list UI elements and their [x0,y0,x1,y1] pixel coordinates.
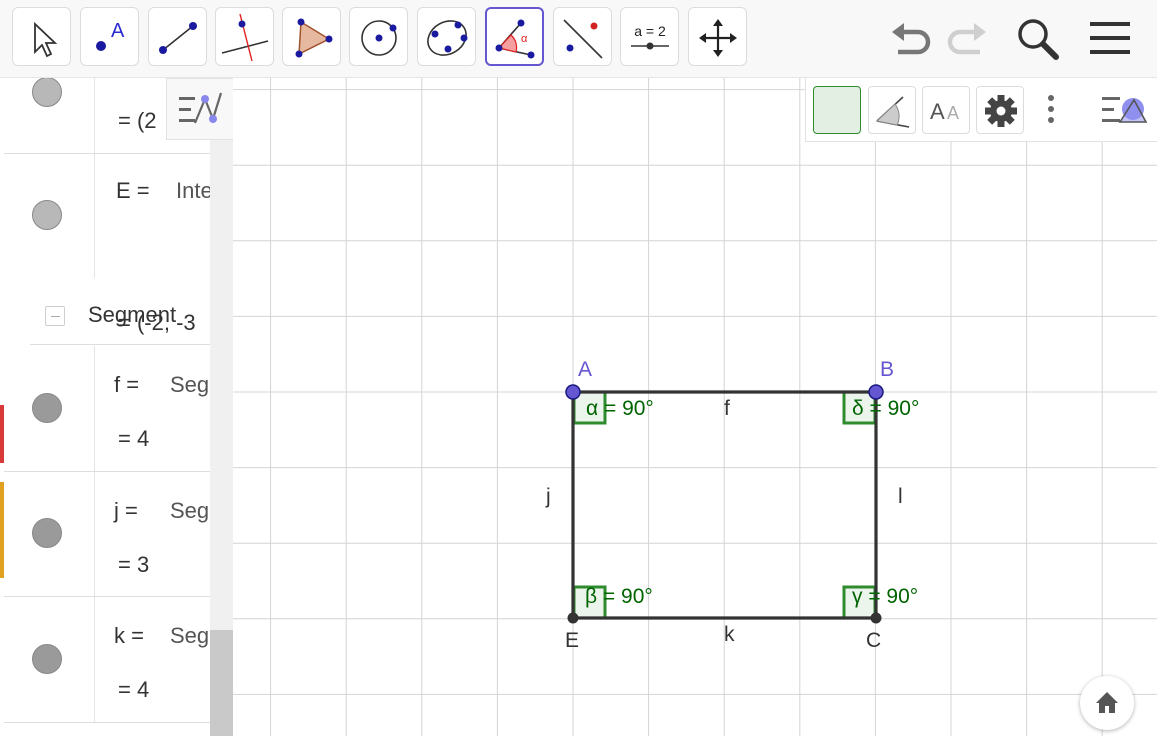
angle-label-alpha: α = 90° [586,397,654,420]
construction-layer [565,384,884,624]
segment-label-j: j [546,485,551,508]
svg-text:A: A [947,103,959,123]
circle-tool-button[interactable] [349,7,408,66]
point-icon: A [96,20,125,51]
slider-icon: a = 2 [631,23,669,50]
segment-label-f: f [724,397,730,420]
undo-icon[interactable] [888,14,936,62]
point-A[interactable] [565,384,581,400]
move-tool-button[interactable] [12,7,71,66]
algebra-scrollbar-thumb[interactable] [210,630,233,736]
graphics-view[interactable]: A B C E f j l k α = 90° δ = 90° β = 90° … [233,78,1157,736]
color-button[interactable] [813,86,861,134]
algebra-value: = 3 [118,552,150,577]
point-E[interactable] [567,612,579,624]
algebra-command: Seg [170,623,210,648]
polygon-tool-button[interactable] [282,7,341,66]
search-icon[interactable] [1014,14,1062,62]
angle-label-gamma: γ = 90° [852,585,919,608]
svg-text:A: A [930,99,945,124]
slider-tool-button[interactable]: a = 2 [620,7,679,66]
visibility-toggle[interactable] [32,200,62,230]
graphics-style-bar: A A [805,78,1157,142]
left-edge-marker [0,405,4,463]
point-tool-button[interactable]: A [80,7,139,66]
point-label-C: C [866,629,882,652]
home-view-button[interactable] [1080,676,1134,730]
point-label-A: A [578,358,593,381]
algebra-row[interactable]: j = Segr = 3 [4,472,210,597]
segment-icon [159,22,197,54]
category-label: Segment [88,302,177,327]
segment-label-l: l [898,485,903,508]
main-menu-icon[interactable] [1086,14,1134,62]
angle-label-beta: β = 90° [585,585,653,608]
svg-text:α: α [521,33,528,45]
angle-label-delta: δ = 90° [852,397,920,420]
arrow-cursor-icon [34,21,58,58]
algebra-value: = 4 [118,677,150,702]
algebra-command: Segr [170,372,210,397]
algebra-definition: f = [114,372,140,397]
collapse-category-icon[interactable] [45,306,65,326]
left-edge-marker [0,482,4,578]
algebra-view-toggle-button[interactable] [166,78,233,140]
algebra-definition: E = [116,178,150,203]
angle-style-button[interactable] [868,86,916,134]
visibility-toggle[interactable] [32,644,62,674]
algebra-command: Inte [176,178,210,203]
point-C[interactable] [870,612,882,624]
conic-icon [427,20,468,56]
more-options-icon[interactable] [1036,92,1066,128]
algebra-value: = 4 [118,426,150,451]
svg-text:A: A [111,20,125,42]
algebra-command: Segr [170,498,210,523]
visibility-toggle[interactable] [32,393,62,423]
algebra-row[interactable]: k = Seg = 4 [4,597,210,723]
settings-button[interactable] [976,86,1024,134]
move-graphics-view-tool-button[interactable] [688,7,747,66]
algebra-definition: j = [114,498,138,523]
segment-tool-button[interactable] [148,7,207,66]
move-arrows-icon [699,19,737,57]
polygon-icon [295,18,333,58]
toolbar: A α a = 2 [0,0,1157,78]
font-size-icon: A A [930,99,959,124]
segment-label-k: k [724,623,735,646]
visibility-toggle[interactable] [32,78,62,107]
gear-icon [985,95,1017,127]
visibility-toggle[interactable] [32,518,62,548]
algebra-definition: k = [114,623,144,648]
reflect-icon [563,19,603,59]
algebra-view-icon [179,92,223,124]
angle-tool-button[interactable]: α [485,7,544,66]
perpendicular-line-tool-button[interactable] [215,7,274,66]
algebra-view: = (2 E = Inte = (-2, -3 Segment f = Segr… [0,78,233,736]
home-icon [1096,692,1118,713]
redo-icon[interactable] [942,14,990,62]
point-label-B: B [880,358,895,381]
reflect-tool-button[interactable] [553,7,612,66]
point-label-E: E [565,629,580,652]
angle-icon: α [495,19,535,59]
label-style-button[interactable]: A A [922,86,970,134]
algebra-row[interactable]: f = Segr = 4 [4,346,210,472]
graphics-view-toggle-icon[interactable] [1098,88,1154,132]
algebra-row[interactable]: E = Inte = (-2, -3 [4,154,210,335]
conic-tool-button[interactable] [417,7,476,66]
svg-text:a = 2: a = 2 [634,23,666,39]
perpendicular-line-icon [221,13,269,62]
circle-icon [361,20,397,56]
angle-style-icon [875,96,910,128]
